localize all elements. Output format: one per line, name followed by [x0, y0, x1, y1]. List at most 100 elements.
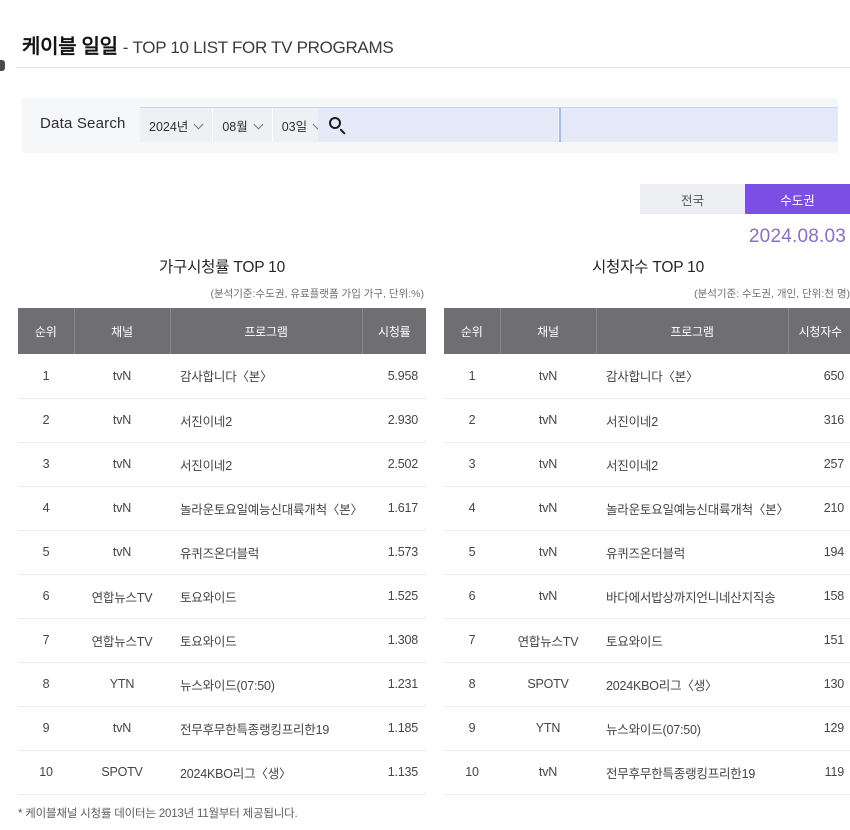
cell-program: 2024KBO리그〈생〉: [596, 662, 788, 707]
table-row[interactable]: 6 tvN 바다에서밥상까지언니네산지직송 158: [444, 574, 850, 619]
cell-value: 1.573: [362, 530, 426, 575]
cell-value: 1.231: [362, 662, 426, 707]
year-dropdown[interactable]: 2024년: [140, 108, 214, 142]
date-select-strip: 2024년 08월 03일: [140, 108, 333, 142]
table-row[interactable]: 6 연합뉴스TV 토요와이드 1.525: [18, 574, 426, 619]
table-row[interactable]: 5 tvN 유퀴즈온더블럭 194: [444, 530, 850, 575]
cell-value: 5.958: [362, 354, 426, 399]
table-row[interactable]: 4 tvN 놀라운토요일예능신대륙개척〈본〉 1.617: [18, 486, 426, 531]
cell-rank: 7: [444, 618, 500, 663]
column-header-rank: 순위: [444, 308, 501, 354]
table-row[interactable]: 3 tvN 서진이네2 2.502: [18, 442, 426, 487]
cell-rank: 4: [444, 486, 500, 531]
cell-rank: 1: [444, 354, 500, 399]
cell-value: 650: [788, 354, 850, 399]
cell-channel: 연합뉴스TV: [74, 618, 170, 663]
table-row[interactable]: 8 YTN 뉴스와이드(07:50) 1.231: [18, 662, 426, 707]
region-tab-metro[interactable]: 수도권: [745, 184, 850, 214]
chevron-down-icon: [255, 121, 263, 129]
table-row[interactable]: 8 SPOTV 2024KBO리그〈생〉 130: [444, 662, 850, 707]
cell-program: 서진이네2: [596, 442, 788, 487]
month-dropdown[interactable]: 08월: [213, 108, 273, 142]
search-input[interactable]: [318, 108, 558, 142]
table-row[interactable]: 9 tvN 전무후무한특종랭킹프리한19 1.185: [18, 706, 426, 751]
cell-channel: tvN: [500, 750, 596, 795]
cell-value: 129: [788, 706, 850, 751]
data-search-label: Data Search: [40, 115, 126, 132]
cell-channel: tvN: [500, 486, 596, 531]
search-input-secondary[interactable]: [559, 108, 838, 142]
table-row[interactable]: 4 tvN 놀라운토요일예능신대륙개척〈본〉 210: [444, 486, 850, 531]
cell-value: 194: [788, 530, 850, 575]
cell-value: 1.617: [362, 486, 426, 531]
household-rating-table-section: 가구시청률 TOP 10 (분석기준:수도권, 유료플랫폼 가입 가구, 단위:…: [18, 255, 426, 795]
region-tab-nationwide[interactable]: 전국: [640, 184, 745, 214]
table-title: 시청자수 TOP 10: [592, 259, 704, 276]
cell-value: 158: [788, 574, 850, 619]
page-title: 케이블 일일 - TOP 10 LIST FOR TV PROGRAMS: [22, 30, 394, 59]
cell-channel: tvN: [74, 398, 170, 443]
cell-program: 전무후무한특종랭킹프리한19: [170, 706, 362, 751]
header-divider: [16, 67, 850, 68]
cell-rank: 1: [18, 354, 74, 399]
column-header-program: 프로그램: [596, 308, 789, 354]
cell-channel: tvN: [500, 530, 596, 575]
cell-value: 2.502: [362, 442, 426, 487]
column-header-channel: 채널: [74, 308, 171, 354]
cell-rank: 8: [444, 662, 500, 707]
cell-rank: 10: [444, 750, 500, 795]
table-row[interactable]: 7 연합뉴스TV 토요와이드 151: [444, 618, 850, 663]
cell-value: 1.308: [362, 618, 426, 663]
cell-channel: SPOTV: [500, 662, 596, 707]
cell-value: 1.525: [362, 574, 426, 619]
page-title-ko: 케이블 일일: [22, 36, 118, 58]
cell-value: 210: [788, 486, 850, 531]
year-dropdown-value: 2024년: [149, 119, 189, 134]
cell-rank: 6: [444, 574, 500, 619]
table-subtitle: (분석기준:수도권, 유료플랫폼 가입 가구, 단위:%): [210, 288, 424, 300]
cell-rank: 9: [444, 706, 500, 751]
cell-channel: SPOTV: [74, 750, 170, 795]
table-row[interactable]: 10 tvN 전무후무한특종랭킹프리한19 119: [444, 750, 850, 795]
table-row[interactable]: 1 tvN 감사합니다〈본〉 650: [444, 354, 850, 399]
column-header-channel: 채널: [500, 308, 597, 354]
cell-program: 감사합니다〈본〉: [596, 354, 788, 399]
region-toggle-group: 전국 수도권: [640, 184, 850, 214]
cell-value: 257: [788, 442, 850, 487]
table-row[interactable]: 2 tvN 서진이네2 316: [444, 398, 850, 443]
table-row[interactable]: 1 tvN 감사합니다〈본〉 5.958: [18, 354, 426, 399]
table-row[interactable]: 5 tvN 유퀴즈온더블럭 1.573: [18, 530, 426, 575]
column-header-rank: 순위: [18, 308, 75, 354]
cell-value: 151: [788, 618, 850, 663]
cell-value: 2.930: [362, 398, 426, 443]
cell-program: 유퀴즈온더블럭: [170, 530, 362, 575]
month-dropdown-value: 08월: [222, 119, 248, 134]
cell-rank: 5: [18, 530, 74, 575]
table-row[interactable]: 9 YTN 뉴스와이드(07:50) 129: [444, 706, 850, 751]
table-header-row: 순위 채널 프로그램 시청률: [18, 308, 426, 354]
table-header-row: 순위 채널 프로그램 시청자수: [444, 308, 850, 354]
cell-rank: 4: [18, 486, 74, 531]
table-row[interactable]: 10 SPOTV 2024KBO리그〈생〉 1.135: [18, 750, 426, 795]
cell-rank: 3: [18, 442, 74, 487]
column-header-value: 시청자수: [788, 308, 850, 354]
table-row[interactable]: 7 연합뉴스TV 토요와이드 1.308: [18, 618, 426, 663]
cell-channel: tvN: [74, 486, 170, 531]
cell-channel: tvN: [500, 398, 596, 443]
household-rating-table: 순위 채널 프로그램 시청률 1 tvN 감사합니다〈본〉 5.958 2 tvN 서진이…: [18, 308, 426, 795]
table-row[interactable]: 2 tvN 서진이네2 2.930: [18, 398, 426, 443]
cell-rank: 9: [18, 706, 74, 751]
edge-marker: [0, 60, 5, 71]
table-subtitle: (분석기준: 수도권, 개인, 단위:천 명): [694, 288, 850, 300]
cell-rank: 2: [18, 398, 74, 443]
data-search-panel: Data Search 2024년 08월 03일: [22, 98, 838, 153]
cell-program: 토요와이드: [596, 618, 788, 663]
cell-channel: YTN: [500, 706, 596, 751]
search-icon[interactable]: [328, 116, 347, 135]
cell-program: 놀라운토요일예능신대륙개척〈본〉: [170, 486, 363, 531]
cell-rank: 3: [444, 442, 500, 487]
table-row[interactable]: 3 tvN 서진이네2 257: [444, 442, 850, 487]
cell-program: 토요와이드: [170, 574, 362, 619]
cell-value: 1.185: [362, 706, 426, 751]
table-body: 1 tvN 감사합니다〈본〉 650 2 tvN 서진이네2 316 3 tvN 서진이네2 25…: [444, 354, 850, 795]
